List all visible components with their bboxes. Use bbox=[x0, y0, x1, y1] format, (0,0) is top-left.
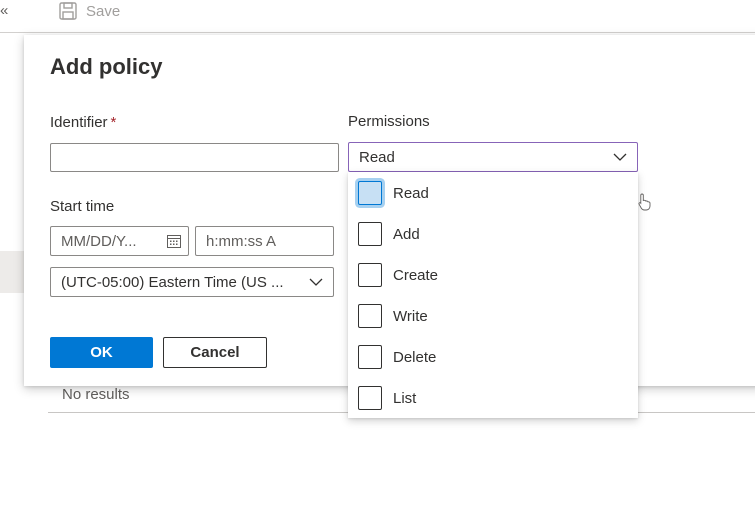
option-label: Read bbox=[393, 184, 429, 202]
permission-option-create[interactable]: Create bbox=[358, 262, 438, 288]
permissions-select[interactable]: Read bbox=[348, 142, 638, 172]
permissions-dropdown-list: Read Add Create Write Delete List bbox=[348, 172, 638, 418]
permission-option-add[interactable]: Add bbox=[358, 221, 420, 247]
checkbox-write[interactable] bbox=[358, 304, 382, 328]
start-date-input[interactable]: MM/DD/Y... bbox=[50, 226, 189, 256]
no-results-text: No results bbox=[62, 386, 130, 403]
mouse-cursor-icon bbox=[638, 193, 651, 211]
time-placeholder: h:mm:ss A bbox=[206, 232, 277, 250]
identifier-input[interactable] bbox=[50, 143, 339, 172]
permission-option-write[interactable]: Write bbox=[358, 303, 428, 329]
background-row-highlight bbox=[0, 251, 24, 293]
option-label: Write bbox=[393, 307, 428, 325]
cancel-button[interactable]: Cancel bbox=[163, 337, 267, 368]
checkbox-read[interactable] bbox=[358, 181, 382, 205]
permission-option-list[interactable]: List bbox=[358, 385, 416, 411]
save-label: Save bbox=[86, 2, 121, 20]
collapse-panel-icon[interactable]: « bbox=[0, 2, 8, 19]
checkbox-add[interactable] bbox=[358, 222, 382, 246]
chevron-down-icon bbox=[309, 278, 323, 286]
toolbar-divider bbox=[0, 32, 755, 33]
option-label: Add bbox=[393, 225, 420, 243]
option-label: List bbox=[393, 389, 417, 407]
identifier-label-text: Identifier bbox=[50, 114, 108, 131]
required-marker: * bbox=[110, 114, 117, 131]
dialog-title: Add policy bbox=[50, 54, 163, 79]
save-icon bbox=[59, 2, 77, 20]
permissions-selected-value: Read bbox=[359, 148, 395, 166]
date-placeholder: MM/DD/Y... bbox=[61, 232, 137, 250]
ok-button[interactable]: OK bbox=[50, 337, 153, 368]
chevron-down-icon bbox=[613, 153, 627, 161]
permission-option-read[interactable]: Read bbox=[358, 180, 429, 206]
option-label: Delete bbox=[393, 348, 437, 366]
checkbox-create[interactable] bbox=[358, 263, 382, 287]
checkbox-delete[interactable] bbox=[358, 345, 382, 369]
start-time-input[interactable]: h:mm:ss A bbox=[195, 226, 334, 256]
start-time-label: Start time bbox=[50, 198, 115, 215]
calendar-icon[interactable] bbox=[166, 233, 182, 249]
permissions-label: Permissions bbox=[348, 113, 430, 130]
timezone-select[interactable]: (UTC-05:00) Eastern Time (US ... bbox=[50, 267, 334, 297]
option-label: Create bbox=[393, 266, 439, 284]
permission-option-delete[interactable]: Delete bbox=[358, 344, 436, 370]
identifier-label: Identifier * bbox=[50, 114, 116, 131]
timezone-value: (UTC-05:00) Eastern Time (US ... bbox=[61, 273, 284, 291]
save-button[interactable]: Save bbox=[58, 0, 120, 22]
checkbox-list[interactable] bbox=[358, 386, 382, 410]
